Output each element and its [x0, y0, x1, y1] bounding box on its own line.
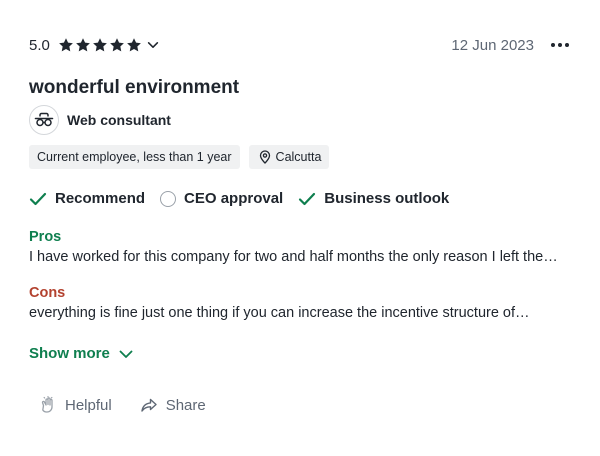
- clap-hands-icon: [41, 396, 53, 413]
- review-date: 12 Jun 2023: [451, 36, 534, 54]
- empty-circle-icon: [160, 190, 177, 207]
- reviewer-tags: Current employee, less than 1 year Calcu…: [29, 145, 330, 169]
- rating-details-chevron-down-icon[interactable]: [146, 38, 160, 52]
- helpful-label: Helpful: [65, 396, 112, 414]
- star-icon: [109, 37, 125, 53]
- location-tag: Calcutta: [248, 145, 330, 169]
- business-outlook-rating: Business outlook: [298, 190, 449, 207]
- review-meta: 12 Jun 2023: [451, 37, 569, 54]
- ceo-approval-rating: CEO approval: [160, 190, 283, 207]
- recommend-rating: Recommend: [29, 190, 145, 207]
- star-icon: [58, 37, 74, 53]
- sub-ratings: Recommend CEO approval Business outlook: [29, 190, 464, 207]
- more-options-icon[interactable]: [551, 39, 569, 51]
- ceo-approval-label: CEO approval: [184, 190, 284, 207]
- location-pin-icon: [259, 150, 270, 164]
- cons-heading: Cons: [29, 285, 66, 301]
- review-actions: Helpful Share: [39, 396, 206, 414]
- pros-heading: Pros: [29, 229, 62, 245]
- check-icon: [299, 192, 316, 205]
- reviewer-role: Web consultant: [29, 105, 171, 135]
- rating-value: 5.0: [29, 36, 50, 54]
- helpful-button[interactable]: Helpful: [39, 396, 112, 414]
- share-arrow-icon: [141, 398, 157, 412]
- star-rating: [58, 37, 142, 53]
- show-more-button[interactable]: Show more: [29, 345, 134, 362]
- pros-text: I have worked for this company for two a…: [29, 249, 558, 265]
- share-button[interactable]: Share: [140, 397, 206, 414]
- check-icon: [29, 192, 47, 205]
- job-title: Web consultant: [67, 112, 171, 128]
- review-card: 5.0 12 Jun 2023 wonderful environment We…: [29, 0, 569, 456]
- business-outlook-label: Business outlook: [324, 190, 450, 207]
- dot: [551, 43, 555, 47]
- employment-status-tag: Current employee, less than 1 year: [29, 145, 240, 169]
- dot: [565, 43, 569, 47]
- star-icon: [126, 37, 142, 53]
- star-icon: [75, 37, 91, 53]
- chevron-down-icon: [119, 350, 133, 358]
- cons-text: everything is fine just one thing if you…: [29, 305, 530, 321]
- star-icon: [92, 37, 108, 53]
- location-label: Calcutta: [275, 150, 322, 164]
- review-header: 5.0 12 Jun 2023: [29, 33, 569, 57]
- show-more-label: Show more: [29, 345, 110, 362]
- recommend-label: Recommend: [55, 190, 146, 207]
- review-title[interactable]: wonderful environment: [29, 77, 239, 99]
- role-icon: [29, 105, 59, 135]
- share-label: Share: [165, 396, 206, 414]
- dot: [558, 43, 562, 47]
